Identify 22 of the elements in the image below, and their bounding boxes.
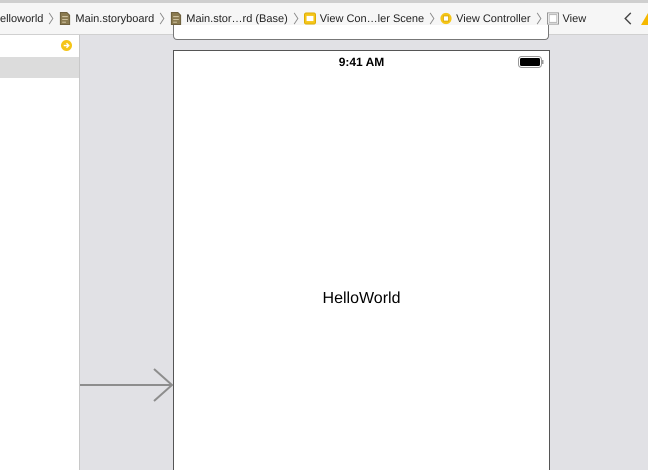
breadcrumb-item[interactable]: View Controller [438,12,533,25]
chevron-icon [429,12,436,25]
controller-icon [440,12,452,25]
outline-row[interactable] [0,57,79,78]
breadcrumb-item[interactable]: elloworld [0,12,46,24]
hello-label: HelloWorld [322,290,400,308]
view-icon [546,12,559,25]
chevron-icon [536,12,542,25]
breadcrumb-item[interactable]: Main.stor…rd (Base) [168,12,290,25]
battery-icon [518,56,544,68]
chevron-icon [292,12,299,25]
breadcrumb-item[interactable]: View [544,12,588,25]
breadcrumb-item[interactable]: View Con…ler Scene [302,12,426,25]
chevron-icon [159,12,166,25]
back-icon[interactable] [624,12,632,25]
document-icon [59,12,72,25]
arrow-icon[interactable] [61,40,72,51]
breadcrumb-item[interactable]: Main.storyboard [57,12,156,25]
scene-icon [304,12,316,25]
status-time: 9:41 AM [338,55,384,69]
chevron-icon [48,12,54,25]
document-icon [170,12,182,25]
